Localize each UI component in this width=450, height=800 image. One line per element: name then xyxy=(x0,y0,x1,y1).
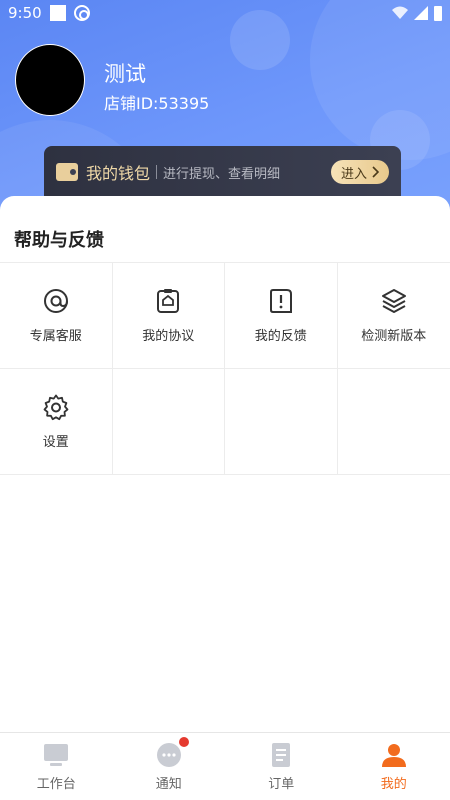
tab-notifications[interactable]: 通知 xyxy=(113,733,226,800)
tab-label: 工作台 xyxy=(36,777,76,792)
help-item-label: 专属客服 xyxy=(29,329,82,344)
status-icons xyxy=(392,5,442,21)
help-item-label: 检测新版本 xyxy=(361,329,427,344)
chat-icon xyxy=(156,743,181,767)
monitor-icon xyxy=(44,744,69,766)
tab-orders[interactable]: 订单 xyxy=(225,733,338,800)
tab-label: 通知 xyxy=(155,777,182,792)
status-bar: 9:50 xyxy=(0,0,450,26)
help-grid: 专属客服 我的协议 我的反馈 检测新版本 设置 xyxy=(0,262,450,475)
wallet-icon xyxy=(56,163,78,181)
document-icon xyxy=(272,743,291,767)
wallet-enter-label: 进入 xyxy=(340,166,367,182)
battery-icon xyxy=(434,5,442,21)
wifi-icon xyxy=(392,6,408,19)
shop-id: 店铺ID:53395 xyxy=(104,94,210,113)
empty-cell xyxy=(225,369,338,475)
empty-cell xyxy=(337,369,450,475)
wallet-enter-button[interactable]: 进入 xyxy=(330,160,389,184)
layers-icon xyxy=(381,289,406,313)
help-item-check-update[interactable]: 检测新版本 xyxy=(337,263,450,369)
person-icon xyxy=(381,744,406,767)
gear-icon xyxy=(43,394,69,421)
shop-name: 测试 xyxy=(104,62,146,86)
wallet-subtitle: 进行提现、查看明细 xyxy=(163,166,281,182)
help-item-label: 设置 xyxy=(42,435,69,450)
tab-label: 订单 xyxy=(268,777,295,792)
empty-cell xyxy=(112,369,225,475)
wallet-banner[interactable]: 我的钱包 进行提现、查看明细 进入 xyxy=(44,146,401,198)
section-title: 帮助与反馈 xyxy=(14,230,104,251)
help-item-settings[interactable]: 设置 xyxy=(0,369,113,475)
avatar[interactable] xyxy=(15,44,85,116)
status-time: 9:50 xyxy=(8,4,42,22)
help-item-feedback[interactable]: 我的反馈 xyxy=(225,263,338,369)
tab-workbench[interactable]: 工作台 xyxy=(0,733,113,800)
app-status-icon xyxy=(73,5,90,21)
bottom-tab-bar: 工作台 通知 订单 我的 xyxy=(0,732,450,800)
tab-mine[interactable]: 我的 xyxy=(338,733,450,800)
divider xyxy=(156,165,158,179)
help-feedback-card: 帮助与反馈 专属客服 我的协议 我的反馈 检测新版本 设置 xyxy=(0,196,450,736)
help-item-agreement[interactable]: 我的协议 xyxy=(112,263,225,369)
help-item-customer-service[interactable]: 专属客服 xyxy=(0,263,113,369)
at-icon xyxy=(43,289,68,313)
help-item-label: 我的反馈 xyxy=(254,329,307,344)
chevron-right-icon xyxy=(372,166,379,178)
tab-label: 我的 xyxy=(380,777,407,792)
help-item-label: 我的协议 xyxy=(142,329,195,344)
signal-icon xyxy=(414,6,428,20)
feedback-icon xyxy=(269,289,292,313)
wallet-title: 我的钱包 xyxy=(86,164,151,183)
agreement-icon xyxy=(157,289,180,313)
notification-square-icon xyxy=(49,5,66,21)
notification-badge xyxy=(178,737,189,747)
